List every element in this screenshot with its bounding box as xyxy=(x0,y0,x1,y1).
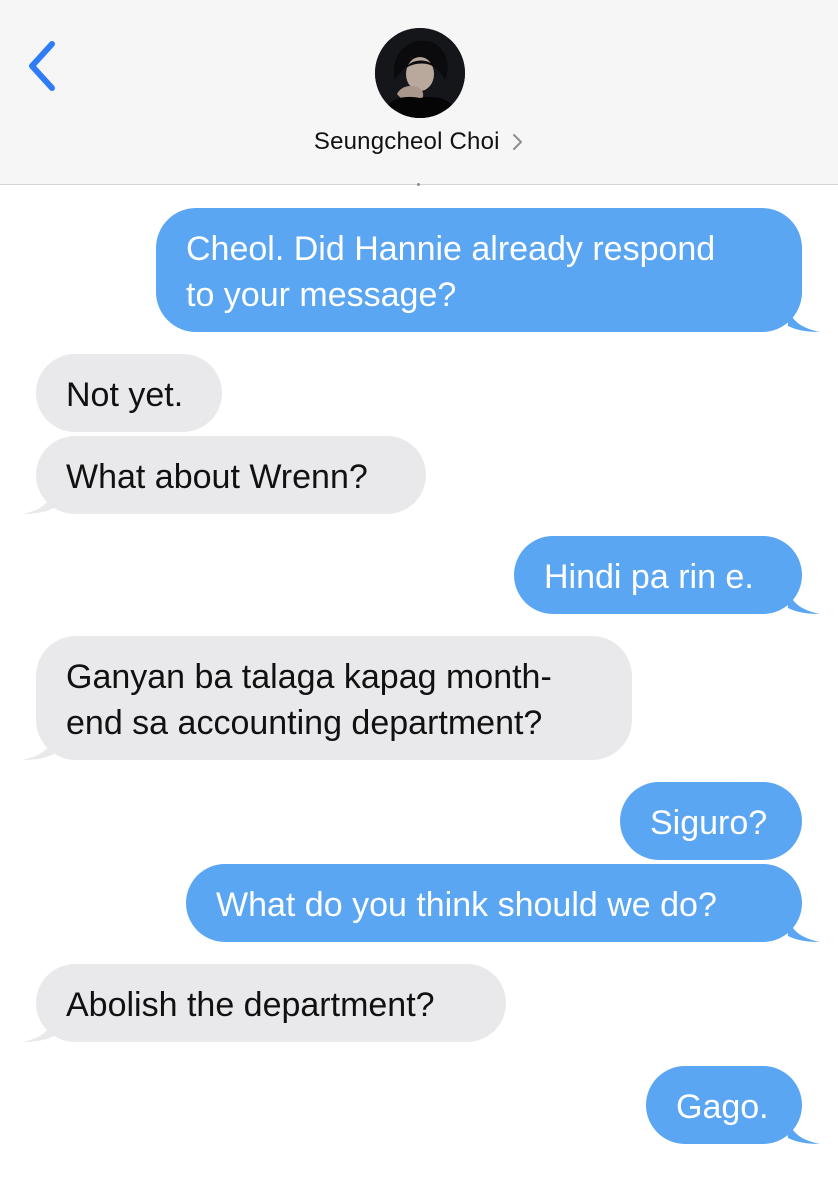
message-bubble-sent[interactable]: Siguro? xyxy=(620,782,802,860)
message-line: Not yet. xyxy=(66,376,184,414)
message-bubble-sent[interactable]: Hindi pa rin e. xyxy=(514,536,802,614)
message-line: to your message? xyxy=(186,276,457,314)
message-line: end sa accounting department? xyxy=(66,704,543,742)
messages-screen: Seungcheol Choi Cheol. Did Hannie alread… xyxy=(0,0,838,1200)
message-line: What do you think should we do? xyxy=(216,886,717,924)
message-bubble-received[interactable]: What about Wrenn? xyxy=(36,436,426,514)
back-button[interactable] xyxy=(22,38,66,94)
message-bubble-received[interactable]: Not yet. xyxy=(36,354,222,432)
message-line: Gago. xyxy=(676,1088,769,1126)
contact-name: Seungcheol Choi xyxy=(313,128,500,155)
message-line: Siguro? xyxy=(650,804,768,842)
message-bubble-sent[interactable]: Gago. xyxy=(646,1066,802,1144)
chevron-right-icon xyxy=(513,134,523,150)
message-line: Hindi pa rin e. xyxy=(544,558,754,596)
message-line: Cheol. Did Hannie already respond xyxy=(186,230,716,268)
message-line: Ganyan ba talaga kapag month- xyxy=(66,658,552,696)
avatar-photo xyxy=(375,28,465,118)
contact-name-button[interactable]: Seungcheol Choi xyxy=(0,128,838,162)
conversation-header: Seungcheol Choi xyxy=(0,0,838,185)
message-bubble-sent[interactable]: Cheol. Did Hannie already respond to you… xyxy=(156,208,802,332)
message-line: What about Wrenn? xyxy=(66,458,368,496)
message-bubble-sent[interactable]: What do you think should we do? xyxy=(186,864,802,942)
chevron-left-icon xyxy=(29,41,55,91)
message-line: Abolish the department? xyxy=(66,986,435,1024)
message-bubble-received[interactable]: Ganyan ba talaga kapag month- end sa acc… xyxy=(36,636,632,760)
scroll-dot xyxy=(417,183,420,186)
message-bubble-received[interactable]: Abolish the department? xyxy=(36,964,506,1042)
contact-avatar[interactable] xyxy=(375,28,465,118)
